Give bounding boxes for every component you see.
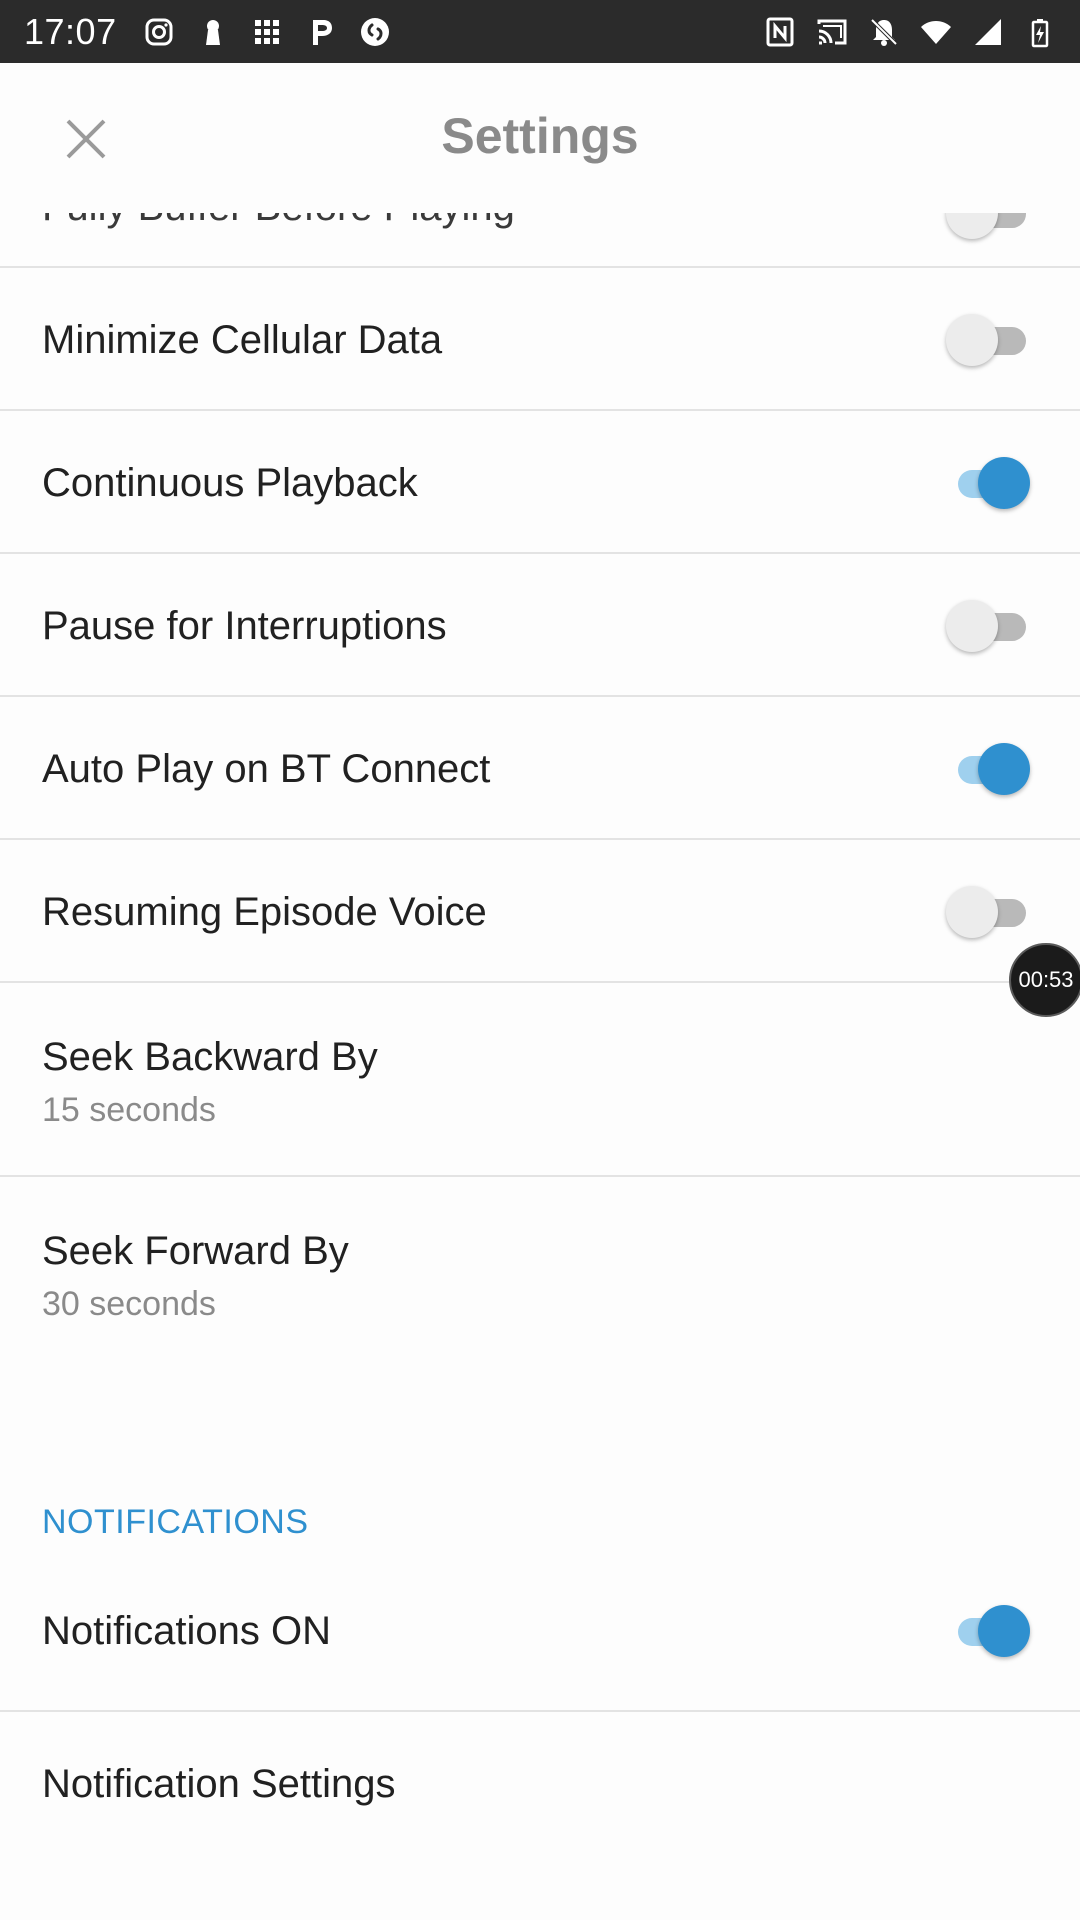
apps-grid-icon (254, 19, 279, 44)
toggle-switch[interactable] (946, 453, 1030, 513)
setting-label: Resuming Episode Voice (42, 890, 487, 934)
section-header-notifications: NOTIFICATIONS (0, 1481, 1080, 1571)
shazam-icon (360, 17, 389, 46)
cell-signal-icon (975, 18, 1001, 45)
setting-value: 15 seconds (42, 1091, 216, 1129)
page-title: Settings (441, 108, 639, 164)
setting-label: Seek Backward By (42, 1035, 378, 1079)
toggle-switch[interactable] (946, 213, 1030, 243)
setting-label: Notification Settings (42, 1762, 396, 1806)
setting-label: Seek Forward By (42, 1229, 349, 1273)
settings-list[interactable]: Fully Buffer Before Playing Minimize Cel… (0, 213, 1080, 1855)
playback-timer-bubble[interactable]: 00:53 (1009, 943, 1080, 1017)
parking-icon (312, 19, 332, 45)
wifi-icon (921, 20, 951, 44)
switch-thumb (978, 457, 1030, 509)
cast-icon (817, 19, 847, 44)
setting-value: 30 seconds (42, 1285, 216, 1323)
setting-label: Fully Buffer Before Playing (42, 213, 515, 230)
switch-thumb (946, 600, 998, 652)
setting-row-seek-backward[interactable]: Seek Backward By 15 seconds (0, 983, 1080, 1177)
setting-label: Minimize Cellular Data (42, 318, 443, 362)
setting-row-fully-buffer[interactable]: Fully Buffer Before Playing (0, 213, 1080, 268)
setting-row-notification-settings[interactable]: Notification Settings (0, 1712, 1080, 1855)
toggle-switch[interactable] (946, 739, 1030, 799)
toggle-switch[interactable] (946, 310, 1030, 370)
setting-label: Notifications ON (42, 1609, 331, 1653)
bell-off-icon (870, 18, 898, 46)
section-title: NOTIFICATIONS (42, 1503, 309, 1541)
setting-row-auto-play-bt-connect[interactable]: Auto Play on BT Connect (0, 697, 1080, 840)
setting-row-pause-for-interruptions[interactable]: Pause for Interruptions (0, 554, 1080, 697)
setting-label: Pause for Interruptions (42, 604, 447, 648)
setting-label: Continuous Playback (42, 461, 418, 505)
status-left-icons (143, 16, 391, 48)
instagram-icon (145, 18, 173, 45)
switch-thumb (946, 213, 998, 239)
setting-row-minimize-cellular-data[interactable]: Minimize Cellular Data (0, 268, 1080, 411)
toggle-switch[interactable] (946, 882, 1030, 942)
switch-thumb (978, 743, 1030, 795)
setting-row-notifications-on[interactable]: Notifications ON (0, 1571, 1080, 1712)
status-right-icons (764, 16, 1056, 48)
toggle-switch[interactable] (946, 596, 1030, 656)
toggle-switch[interactable] (946, 1601, 1030, 1661)
status-bar: 17:07 (0, 0, 1080, 63)
switch-thumb (946, 314, 998, 366)
switch-thumb (978, 1605, 1030, 1657)
keyhole-icon (205, 19, 220, 45)
status-time: 17:07 (24, 10, 117, 52)
switch-thumb (946, 886, 998, 938)
setting-label: Auto Play on BT Connect (42, 747, 491, 791)
setting-row-continuous-playback[interactable]: Continuous Playback (0, 411, 1080, 554)
nfc-icon (766, 17, 794, 46)
setting-row-resuming-episode-voice[interactable]: Resuming Episode Voice (0, 840, 1080, 983)
battery-charging-icon (1031, 18, 1049, 47)
setting-row-seek-forward[interactable]: Seek Forward By 30 seconds (0, 1177, 1080, 1371)
app-bar: Settings (0, 63, 1080, 213)
